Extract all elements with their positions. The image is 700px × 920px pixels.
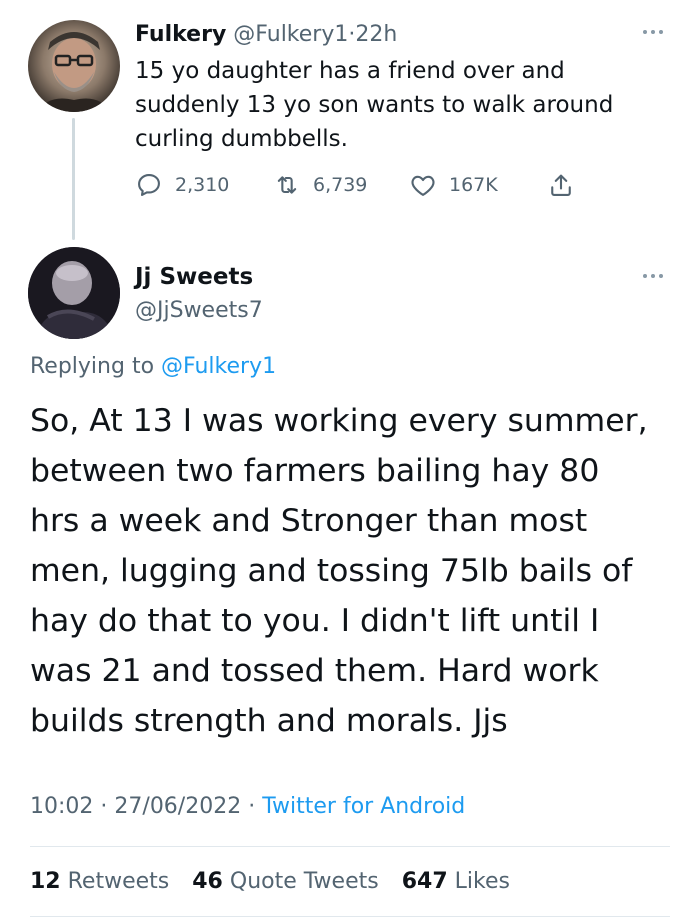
avatar-fulkery[interactable] [28, 20, 120, 112]
divider [30, 916, 670, 917]
tweet1-more-icon[interactable] [636, 26, 670, 38]
tweet2-source-link[interactable]: Twitter for Android [262, 794, 465, 819]
divider [30, 846, 670, 847]
tweet2-author-handle[interactable]: @JjSweets7 [135, 296, 263, 326]
tweet1-time[interactable]: 22h [355, 22, 397, 47]
avatar-jjsweets[interactable] [28, 247, 120, 339]
tweet2-stats: 12 Retweets 46 Quote Tweets 647 Likes [30, 867, 526, 897]
tweet2-text-line: men, lugging and tossing 75lb bails of [30, 553, 633, 589]
tweet2-text-line: builds strength and morals. Jjs [30, 703, 508, 739]
tweet1-action-bar: 2,310 6,739 167K [135, 170, 575, 200]
tweet2-time[interactable]: 10:02 [30, 794, 93, 819]
tweet2-text-line: between two farmers bailing hay 80 [30, 453, 600, 489]
reply-button[interactable]: 2,310 [135, 171, 273, 199]
tweet2-more-icon[interactable] [636, 270, 670, 282]
tweet2-text-line: hrs a week and Stronger than most [30, 503, 588, 539]
retweets-stat-count: 12 [30, 869, 61, 894]
tweet2-date[interactable]: 27/06/2022 [114, 794, 241, 819]
tweet1-author-name[interactable]: Fulkery [135, 22, 226, 47]
tweet2-text-line: So, At 13 I was working every summer, [30, 403, 648, 439]
likes-stat[interactable]: 647 Likes [402, 869, 510, 894]
likes-stat-label: Likes [454, 869, 510, 894]
tweet2-text-line: hay do that to you. I didn't lift until … [30, 603, 600, 639]
quote-tweets-stat-count: 46 [192, 869, 223, 894]
tweet1-text-line: 15 yo daughter has a friend over and [135, 58, 565, 84]
reply-icon [138, 174, 160, 196]
quote-tweets-stat[interactable]: 46 Quote Tweets [192, 869, 378, 894]
retweets-stat[interactable]: 12 Retweets [30, 869, 169, 894]
replying-to-label: Replying to [30, 354, 155, 379]
tweet1-text-line: suddenly 13 yo son wants to walk around [135, 92, 614, 118]
heart-icon [411, 175, 435, 196]
likes-stat-count: 647 [401, 869, 448, 894]
reply-count: 2,310 [175, 174, 230, 196]
retweet-icon [277, 176, 297, 194]
tweet1-author-handle[interactable]: @Fulkery1 [233, 22, 348, 47]
meta-separator: · [100, 794, 108, 819]
tweet1-text-line: curling dumbbells. [135, 126, 348, 152]
share-button[interactable] [547, 171, 575, 199]
quote-tweets-stat-label: Quote Tweets [229, 869, 379, 894]
tweet2-text: So, At 13 I was working every summer, be… [30, 396, 680, 746]
tweet1-text: 15 yo daughter has a friend over and sud… [135, 54, 635, 156]
like-button[interactable]: 167K [409, 171, 547, 199]
meta-separator: · [248, 794, 256, 819]
like-count: 167K [449, 174, 498, 196]
replying-to: Replying to @Fulkery1 [30, 352, 276, 382]
tweet1-header: Fulkery @Fulkery1·22h [135, 20, 397, 50]
avatar-fulkery-image [38, 32, 110, 112]
tweet2-text-line: was 21 and tossed them. Hard work [30, 653, 599, 689]
retweets-stat-label: Retweets [67, 869, 170, 894]
replying-to-mention[interactable]: @Fulkery1 [161, 354, 276, 379]
tweet2-meta: 10:02 · 27/06/2022 · Twitter for Android [30, 792, 465, 822]
tweet2-author-name[interactable]: Jj Sweets [135, 262, 253, 292]
avatar-jjsweets-image [28, 247, 120, 339]
retweet-count: 6,739 [313, 174, 368, 196]
retweet-button[interactable]: 6,739 [273, 171, 409, 199]
thread-connector [72, 118, 75, 240]
share-icon [551, 174, 571, 196]
